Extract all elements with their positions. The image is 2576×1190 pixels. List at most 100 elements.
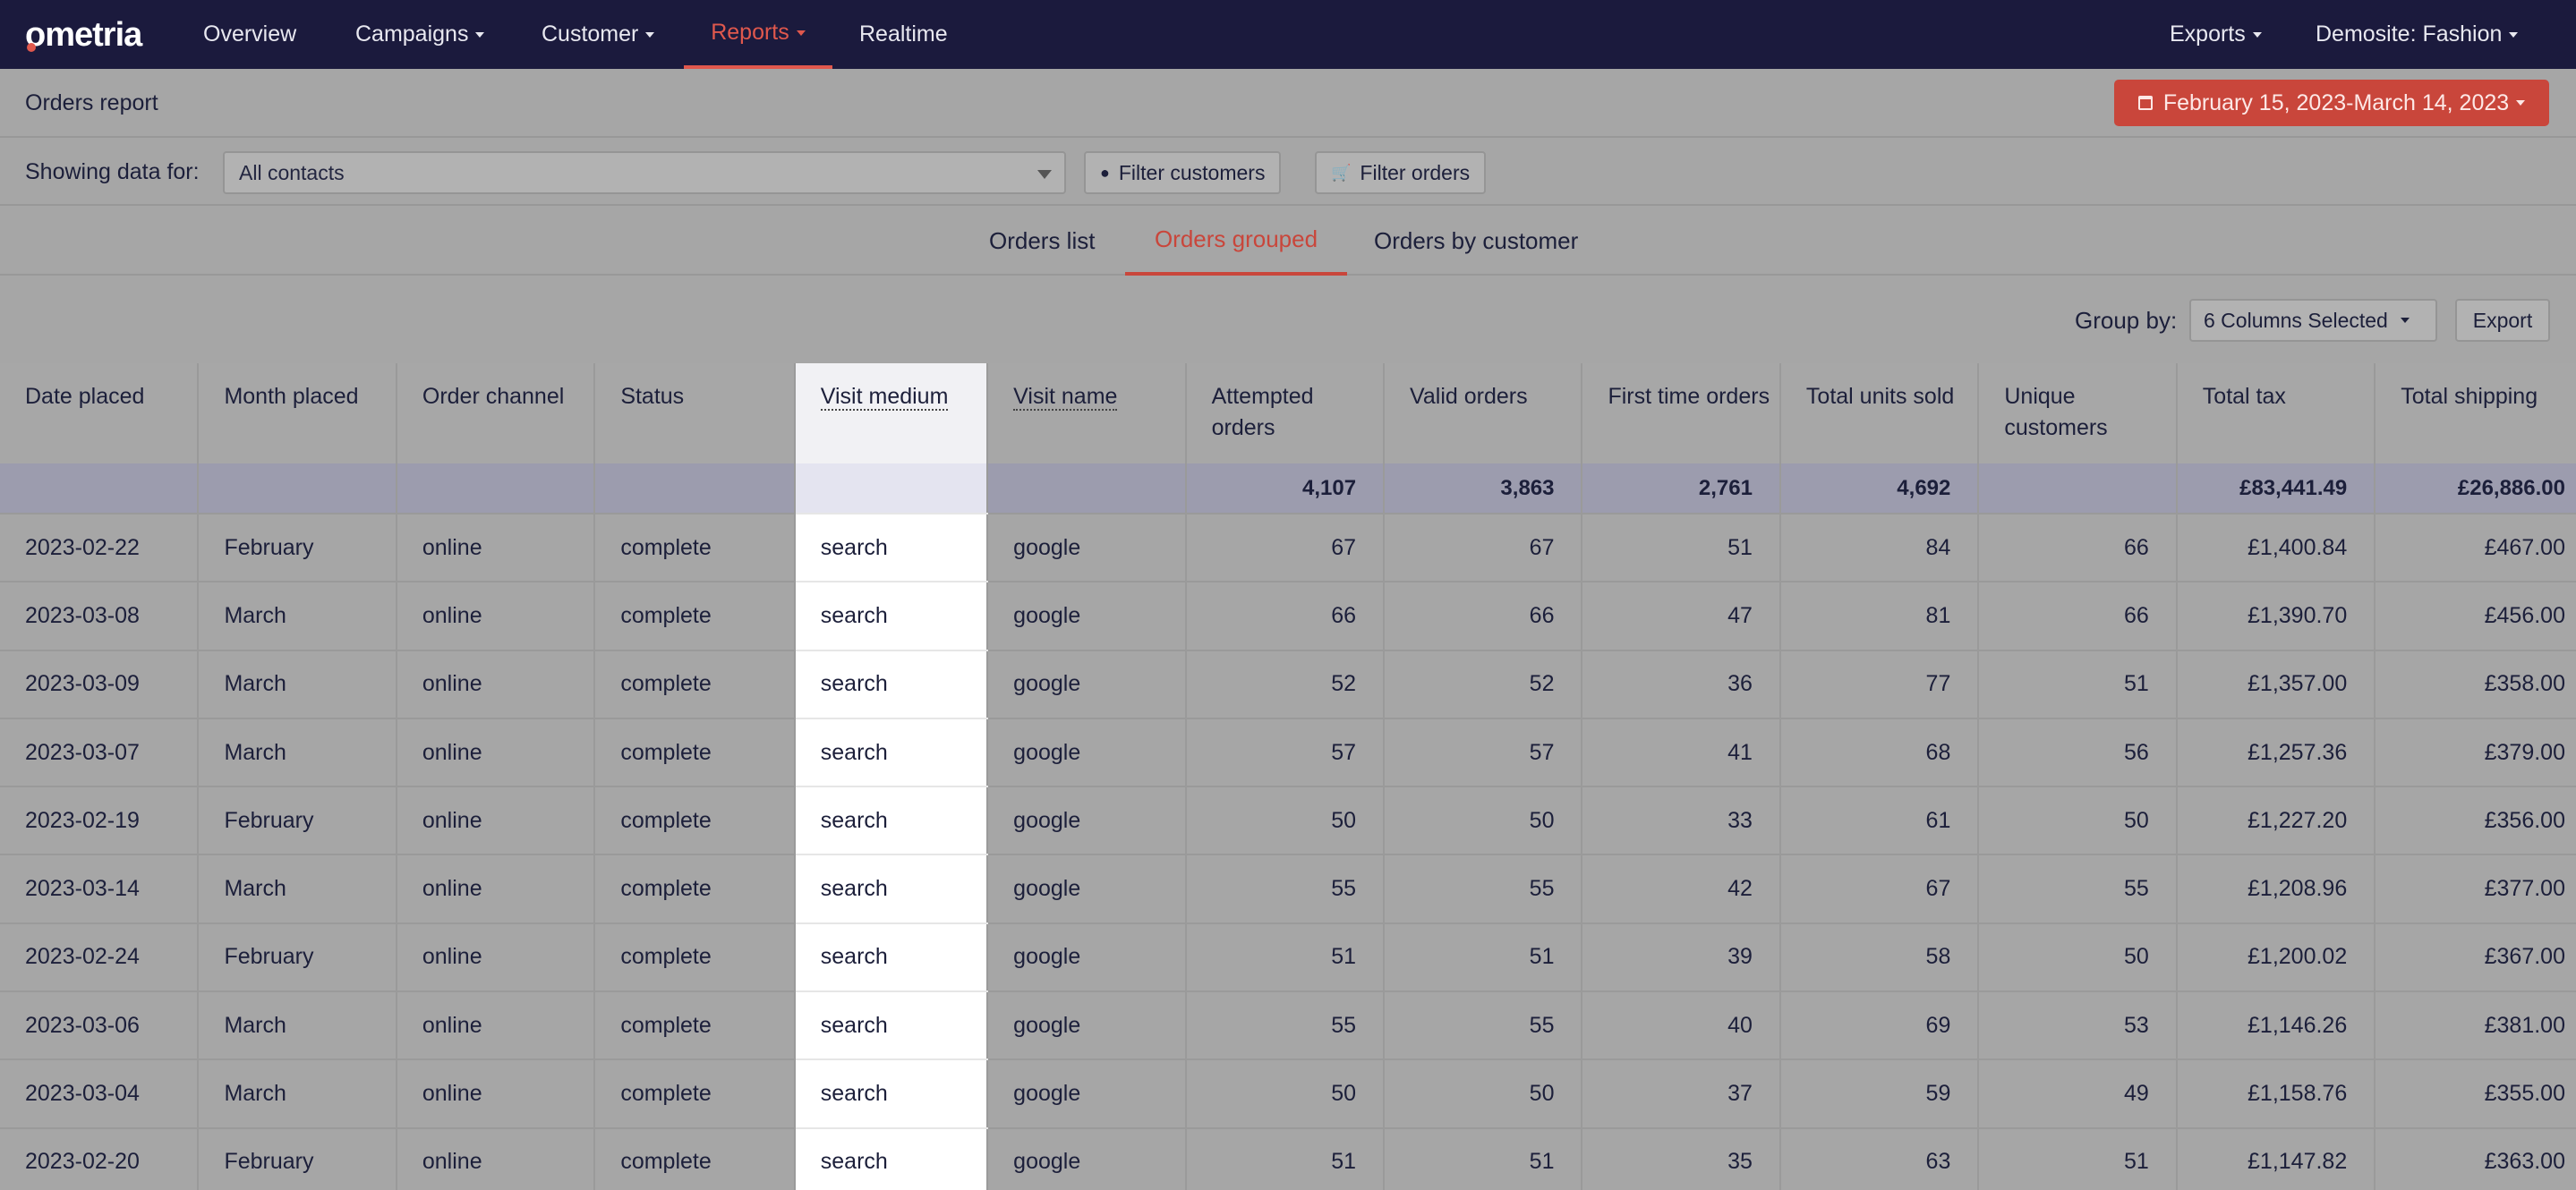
table-cell: 69	[1779, 991, 1980, 1061]
table-row[interactable]: 2023-02-22 February online complete search go…	[0, 514, 2576, 583]
column-header[interactable]: Status	[594, 363, 796, 463]
column-header-label: Date placed	[25, 384, 145, 409]
nav-customer[interactable]: Customer	[542, 0, 655, 69]
group-by-toolbar: Group by: 6 Columns Selected Export	[0, 276, 2576, 363]
ometria-logo[interactable]: ometria	[25, 16, 142, 55]
tab-orders-list[interactable]: Orders list	[989, 206, 1095, 276]
tab-orders-by-customer[interactable]: Orders by customer	[1374, 206, 1578, 276]
table-cell: February	[198, 1127, 397, 1190]
export-button[interactable]: Export	[2455, 299, 2550, 342]
column-header-label: Total shipping	[2401, 384, 2538, 409]
column-header[interactable]: Date placed	[0, 363, 200, 463]
totals-cell: 3,863	[1384, 463, 1583, 514]
totals-cell	[987, 463, 1187, 514]
table-cell: £1,200.02	[2176, 922, 2376, 993]
table-cell: 55	[1185, 854, 1386, 924]
column-header[interactable]: Month placed	[198, 363, 397, 463]
table-cell: online	[396, 991, 596, 1061]
column-header[interactable]: Visit name	[987, 363, 1187, 463]
calendar-icon	[2137, 96, 2153, 110]
table-cell: online	[396, 514, 596, 583]
nav-exports[interactable]: Exports	[2170, 0, 2262, 69]
table-cell: 53	[1978, 991, 2178, 1061]
table-row[interactable]: 2023-02-20 February online complete search go…	[0, 1127, 2576, 1190]
table-cell: search	[794, 786, 989, 856]
column-header[interactable]: First time orders	[1582, 363, 1781, 463]
chevron-down-icon	[645, 31, 655, 38]
table-cell: £355.00	[2375, 1059, 2576, 1129]
table-cell: 49	[1978, 1059, 2178, 1129]
table-cell: March	[198, 582, 397, 651]
table-cell: 42	[1582, 854, 1781, 924]
contacts-select[interactable]: All contacts	[223, 151, 1066, 194]
table-cell: 56	[1978, 718, 2178, 788]
table-row[interactable]: 2023-03-08 March online complete search googl…	[0, 582, 2576, 651]
column-header[interactable]: Unique customers	[1978, 363, 2178, 463]
column-header[interactable]: Total tax	[2176, 363, 2376, 463]
nav-account-demosite[interactable]: Demosite: Fashion	[2316, 0, 2519, 69]
table-cell: online	[396, 650, 596, 719]
dropdown-arrow-icon	[1037, 170, 1052, 179]
table-cell: search	[794, 1127, 989, 1190]
table-cell: 2023-03-07	[0, 718, 200, 788]
table-row[interactable]: 2023-02-24 February online complete search go…	[0, 922, 2576, 993]
nav-campaigns[interactable]: Campaigns	[355, 0, 485, 69]
table-cell: 57	[1185, 718, 1386, 788]
group-by-select[interactable]: 6 Columns Selected	[2189, 299, 2437, 342]
table-cell: google	[987, 1059, 1187, 1129]
table-cell: 84	[1779, 514, 1980, 583]
column-header-label: Order channel	[422, 384, 565, 409]
column-header[interactable]: Attempted orders	[1185, 363, 1386, 463]
column-header[interactable]: Valid orders	[1384, 363, 1583, 463]
table-cell: 50	[1384, 1059, 1583, 1129]
table-cell: 50	[1978, 922, 2178, 993]
table-cell: 55	[1384, 991, 1583, 1061]
column-header[interactable]: Visit medium	[794, 363, 989, 463]
table-row[interactable]: 2023-03-09 March online complete search googl…	[0, 650, 2576, 719]
column-header[interactable]: Total units sold	[1779, 363, 1980, 463]
table-cell: 41	[1582, 718, 1781, 788]
column-header[interactable]: Order channel	[396, 363, 596, 463]
table-cell: complete	[594, 854, 796, 924]
table-cell: 2023-02-20	[0, 1127, 200, 1190]
table-cell: March	[198, 718, 397, 788]
table-cell: 63	[1779, 1127, 1980, 1190]
nav-reports[interactable]: Reports	[684, 0, 832, 69]
nav-realtime[interactable]: Realtime	[859, 0, 948, 69]
column-header-label: Unique customers	[2004, 384, 2108, 440]
column-header-label: Month placed	[224, 384, 359, 409]
table-row[interactable]: 2023-03-14 March online complete search googl…	[0, 854, 2576, 924]
chevron-down-icon	[2400, 318, 2410, 323]
report-header: Orders report February 15, 2023-March 14…	[0, 69, 2576, 138]
date-range-button[interactable]: February 15, 2023-March 14, 2023	[2114, 80, 2549, 126]
column-header-label: Status	[620, 384, 685, 409]
table-cell: search	[794, 922, 989, 993]
table-totals-row: 4,107 3,863 2,761 4,692 £83,441.49 £26,886.00	[0, 463, 2576, 514]
table-cell: google	[987, 991, 1187, 1061]
table-cell: 2023-02-19	[0, 786, 200, 856]
column-header[interactable]: Total shipping	[2375, 363, 2576, 463]
table-row[interactable]: 2023-03-04 March online complete search googl…	[0, 1059, 2576, 1129]
table-cell: search	[794, 854, 989, 924]
top-navigation: ometria Overview Campaigns Customer Repo…	[0, 0, 2576, 69]
group-by-label: Group by:	[2075, 307, 2178, 334]
table-row[interactable]: 2023-02-19 February online complete search go…	[0, 786, 2576, 856]
table-cell: 77	[1779, 650, 1980, 719]
table-cell: £358.00	[2375, 650, 2576, 719]
table-cell: complete	[594, 650, 796, 719]
table-cell: £1,390.70	[2176, 582, 2376, 651]
table-row[interactable]: 2023-03-07 March online complete search googl…	[0, 718, 2576, 788]
table-cell: £367.00	[2375, 922, 2576, 993]
table-cell: 66	[1978, 514, 2178, 583]
tab-orders-grouped[interactable]: Orders grouped	[1125, 206, 1347, 276]
nav-overview[interactable]: Overview	[203, 0, 296, 69]
table-cell: 51	[1384, 1127, 1583, 1190]
totals-cell	[794, 463, 989, 514]
filter-orders-button[interactable]: 🛒 Filter orders	[1315, 151, 1487, 194]
orders-table-container[interactable]: Date placed Month placed Order channel Stat…	[0, 363, 2576, 1190]
table-cell: 57	[1384, 718, 1583, 788]
table-row[interactable]: 2023-03-06 March online complete search googl…	[0, 991, 2576, 1061]
totals-cell: 4,107	[1185, 463, 1386, 514]
filter-customers-button[interactable]: ● Filter customers	[1084, 151, 1282, 194]
page-title: Orders report	[25, 90, 158, 115]
